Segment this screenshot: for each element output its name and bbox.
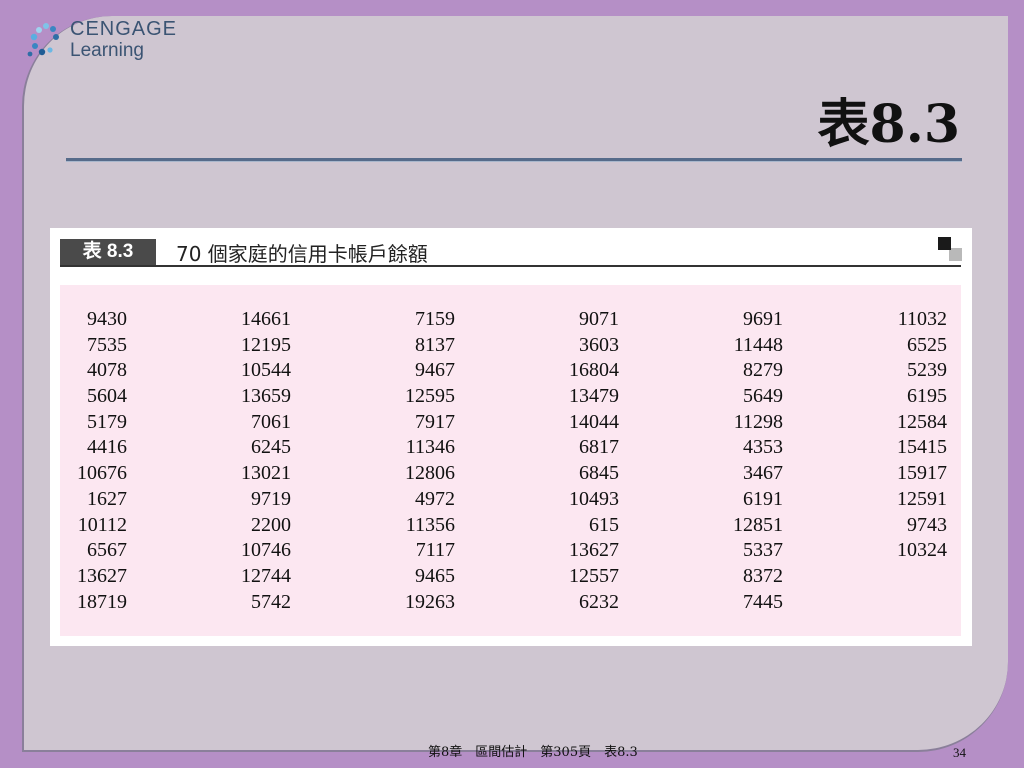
table-cell: 4078 (87, 359, 127, 382)
table-cell: 13479 (569, 385, 619, 408)
table-cell: 14044 (569, 410, 619, 433)
table-cell: 2200 (251, 513, 291, 536)
table-cell: 11032 (897, 308, 947, 330)
table-cell: 9071 (579, 308, 619, 330)
table-cell: 615 (589, 513, 619, 536)
table-header-rule (60, 265, 961, 267)
table-cell: 10112 (77, 513, 127, 536)
table-cell: 15415 (897, 436, 947, 459)
table-cell: 5179 (87, 410, 127, 433)
table-cell: 15917 (897, 462, 947, 485)
table-cell: 11448 (733, 333, 783, 356)
table-cell: 13659 (241, 385, 291, 408)
table-cell: 5604 (87, 385, 127, 408)
table-cell: 18719 (77, 590, 127, 613)
table-cell: 11298 (733, 410, 783, 433)
table-cell: 12806 (405, 462, 455, 485)
table-cell: 10493 (569, 487, 619, 510)
table-cell: 14661 (241, 308, 291, 330)
data-column: 9430 7535 4078 5604 5179 4416 10676 1627 10112 65… (77, 307, 127, 615)
table-cell: 12744 (241, 564, 291, 587)
table-cell: 1627 (87, 487, 127, 510)
table-cell: 6817 (579, 436, 619, 459)
table-cell: 7117 (415, 539, 455, 562)
table-cell: 3603 (579, 333, 619, 356)
title-divider (66, 158, 962, 162)
table-cell: 5337 (743, 539, 783, 562)
table-cell: 4416 (87, 436, 127, 459)
table-cell: 13627 (77, 564, 127, 587)
corner-squares-icon (938, 237, 962, 261)
table-cell: 6191 (743, 487, 783, 510)
table-cell: 9743 (907, 513, 947, 536)
table-cell: 6525 (907, 333, 947, 356)
table-cell: 4353 (743, 436, 783, 459)
data-column: 9071 3603 16804 13479 14044 6817 6845 10493 615 1… (569, 307, 619, 615)
data-column: 9691 11448 8279 5649 11298 4353 3467 6191 12851 5… (733, 307, 783, 615)
table-caption: 70 個家庭的信用卡帳戶餘額 (176, 242, 428, 266)
table-cell: 12557 (569, 564, 619, 587)
data-column: 11032 6525 5239 6195 12584 15415 15917 12591 974… (897, 307, 947, 564)
table-cell: 10544 (241, 359, 291, 382)
table-cell: 4972 (415, 487, 455, 510)
table-cell: 13627 (569, 539, 619, 562)
table-cell: 9719 (251, 487, 291, 510)
table-cell: 3467 (743, 462, 783, 485)
table-cell: 7535 (87, 333, 127, 356)
table-cell: 6567 (87, 539, 127, 562)
data-column: 14661 12195 10544 13659 7061 6245 13021 9719 220… (241, 307, 291, 615)
table-cell: 6195 (907, 385, 947, 408)
table-cell: 12195 (241, 333, 291, 356)
table-cell: 5239 (907, 359, 947, 382)
slide-title: 表8.3 (817, 94, 960, 155)
table-cell: 9430 (87, 308, 127, 330)
table-cell: 10746 (241, 539, 291, 562)
table-cell: 19263 (405, 590, 455, 613)
table-cell: 9691 (743, 308, 783, 330)
footer-reference: 第8章 區間估計 第305頁 表8.3 (428, 745, 638, 760)
cengage-swirl-icon (27, 23, 59, 57)
table-cell: 6845 (579, 462, 619, 485)
table-cell: 5742 (251, 590, 291, 613)
table-cell: 8137 (415, 333, 455, 356)
table-cell: 12595 (405, 385, 455, 408)
table-cell: 10676 (77, 462, 127, 485)
table-cell: 8372 (743, 564, 783, 587)
cengage-logo: CENGAGE Learning (26, 16, 196, 68)
table-number-badge: 表 8.3 (60, 239, 156, 265)
table-cell: 11346 (405, 436, 455, 459)
logo-wordmark-top: CENGAGE (70, 18, 178, 40)
table-cell: 7917 (415, 410, 455, 433)
table-cell: 12584 (897, 410, 947, 433)
table-cell: 7445 (743, 590, 783, 613)
table-cell: 6245 (251, 436, 291, 459)
table-cell: 5649 (743, 385, 783, 408)
table-cell: 12591 (897, 487, 947, 510)
table-figure: 表 8.3 70 個家庭的信用卡帳戶餘額 9430 7535 4078 5604 517… (50, 228, 972, 646)
table-cell: 7159 (415, 308, 455, 330)
table-cell: 10324 (897, 539, 947, 562)
table-cell: 9467 (415, 359, 455, 382)
data-column: 7159 8137 9467 12595 7917 11346 12806 4972 11356… (405, 307, 455, 615)
table-cell: 9465 (415, 564, 455, 587)
page-number: 34 (953, 745, 966, 760)
table-cell: 8279 (743, 359, 783, 382)
table-cell: 13021 (241, 462, 291, 485)
logo-wordmark-bottom: Learning (70, 40, 144, 61)
table-cell: 6232 (579, 590, 619, 613)
table-cell: 7061 (251, 410, 291, 433)
table-cell: 12851 (733, 513, 783, 536)
table-cell: 11356 (405, 513, 455, 536)
data-grid: 9430 7535 4078 5604 5179 4416 10676 1627 10112 65… (60, 285, 961, 636)
table-cell: 16804 (569, 359, 619, 382)
